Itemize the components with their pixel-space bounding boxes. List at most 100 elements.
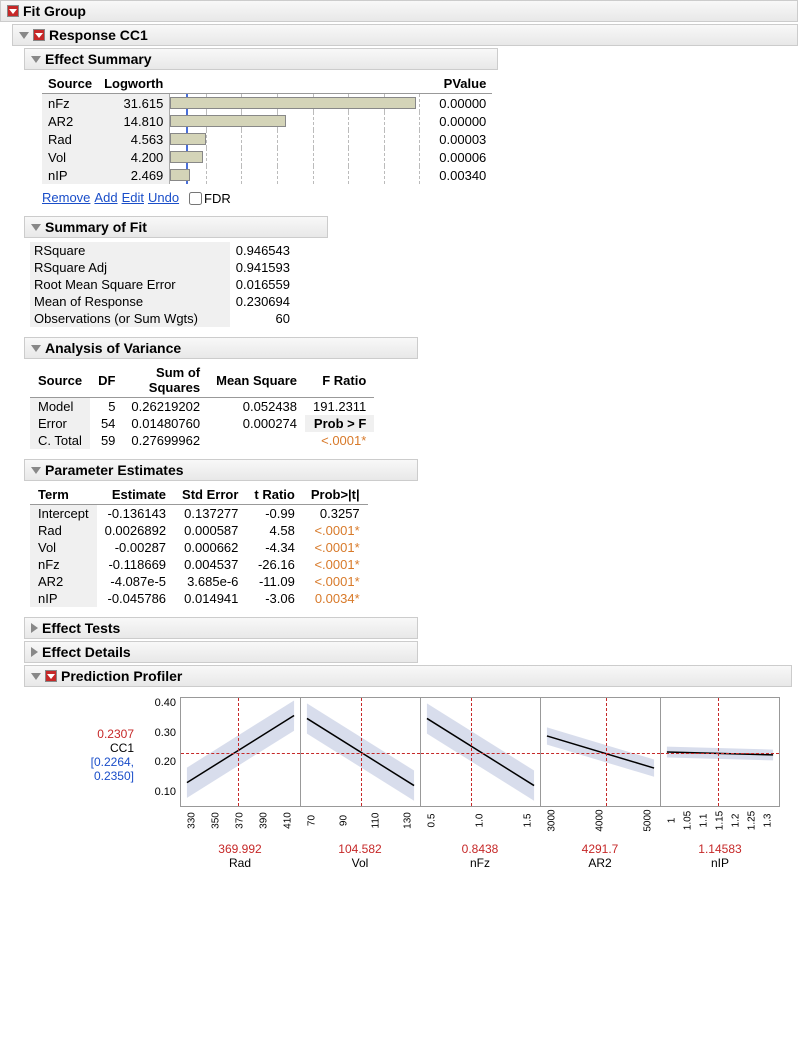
disclosure-closed-icon[interactable] <box>31 623 38 633</box>
prob-cell: <.0001* <box>303 539 368 556</box>
menu-icon[interactable] <box>7 5 19 17</box>
disclosure-open-icon[interactable] <box>31 673 41 680</box>
param-est-title: Parameter Estimates <box>45 462 184 478</box>
add-link[interactable]: Add <box>94 190 117 205</box>
profiler-cell-Vol[interactable]: 7090110130104.582Vol <box>300 697 420 870</box>
profiler-y-axis: 0.100.200.300.40 <box>140 697 180 807</box>
effect-tests-header[interactable]: Effect Tests <box>24 617 418 639</box>
effect-details-header[interactable]: Effect Details <box>24 641 418 663</box>
logworth-cell: 2.469 <box>98 166 169 184</box>
summary-of-fit-table: RSquare0.946543RSquare Adj0.941593Root M… <box>30 242 300 327</box>
estimate-cell: -0.045786 <box>97 590 174 607</box>
estimate-cell: -0.136143 <box>97 505 174 523</box>
logworth-cell: 4.563 <box>98 130 169 148</box>
x-tick: 110 <box>371 813 382 829</box>
profiler-x-axis: 7090110130 <box>300 807 420 842</box>
profiler-plot[interactable] <box>660 697 780 807</box>
logworth-cell: 4.200 <box>98 148 169 166</box>
profiler-x-value[interactable]: 369.992 <box>180 842 300 856</box>
pvalue-cell: 0.00000 <box>419 112 492 130</box>
disclosure-closed-icon[interactable] <box>31 647 38 657</box>
pvalue-cell: 0.00000 <box>419 94 492 113</box>
profiler-x-value[interactable]: 4291.7 <box>540 842 660 856</box>
summary-of-fit-title: Summary of Fit <box>45 219 147 235</box>
table-row: Rad0.00268920.0005874.58<.0001* <box>30 522 368 539</box>
profiler-x-value[interactable]: 1.14583 <box>660 842 780 856</box>
table-row: RSquare Adj0.941593 <box>30 259 300 276</box>
profiler-pred-ci: [0.2264, 0.2350] <box>40 755 134 783</box>
sof-label: Mean of Response <box>30 293 230 310</box>
fdr-checkbox[interactable] <box>189 192 202 205</box>
profiler-cell-Rad[interactable]: 330350370390410369.992Rad <box>180 697 300 870</box>
ms-cell: 0.052438 <box>208 398 305 416</box>
table-row: nFz-0.1186690.004537-26.16<.0001* <box>30 556 368 573</box>
profiler-x-value[interactable]: 104.582 <box>300 842 420 856</box>
profiler-cell-nIP[interactable]: 11.051.11.151.21.251.31.14583nIP <box>660 697 780 870</box>
profiler-x-value[interactable]: 0.8438 <box>420 842 540 856</box>
disclosure-open-icon[interactable] <box>31 224 41 231</box>
x-tick: 70 <box>307 815 318 826</box>
table-row: AR2-4.087e-53.685e-6-11.09<.0001* <box>30 573 368 590</box>
edit-link[interactable]: Edit <box>122 190 144 205</box>
table-row: AR214.810 0.00000 <box>42 112 492 130</box>
tratio-cell: 4.58 <box>246 522 302 539</box>
logworth-bar <box>169 166 419 184</box>
pvalue-cell: 0.00340 <box>419 166 492 184</box>
tratio-cell: -26.16 <box>246 556 302 573</box>
disclosure-open-icon[interactable] <box>31 467 41 474</box>
response-header[interactable]: Response CC1 <box>12 24 798 46</box>
prob-f-label: Prob > F <box>305 415 374 432</box>
x-tick: 1 <box>667 818 678 824</box>
tratio-cell: -0.99 <box>246 505 302 523</box>
x-tick: 4000 <box>595 809 606 831</box>
remove-link[interactable]: Remove <box>42 190 90 205</box>
disclosure-open-icon[interactable] <box>31 345 41 352</box>
estimate-cell: -4.087e-5 <box>97 573 174 590</box>
source-cell: AR2 <box>42 112 98 130</box>
tratio-cell: -4.34 <box>246 539 302 556</box>
effect-summary-header[interactable]: Effect Summary <box>24 48 498 70</box>
y-tick: 0.10 <box>155 786 176 798</box>
disclosure-open-icon[interactable] <box>19 32 29 39</box>
prediction-profiler-header[interactable]: Prediction Profiler <box>24 665 792 687</box>
profiler-x-label: Vol <box>300 856 420 870</box>
param-est-header[interactable]: Parameter Estimates <box>24 459 418 481</box>
effect-summary-links: RemoveAddEditUndoFDR <box>42 190 798 206</box>
pvalue-cell: 0.00006 <box>419 148 492 166</box>
profiler-plot[interactable] <box>180 697 300 807</box>
profiler-plot[interactable] <box>420 697 540 807</box>
profiler-x-label: AR2 <box>540 856 660 870</box>
profiler-plot[interactable] <box>300 697 420 807</box>
effect-summary-table: SourceLogworthPValuenFz31.6150.00000AR21… <box>42 74 492 184</box>
logworth-cell: 14.810 <box>98 112 169 130</box>
estimate-cell: 0.0026892 <box>97 522 174 539</box>
fit-group-header[interactable]: Fit Group <box>0 0 798 22</box>
x-tick: 1.3 <box>763 814 774 828</box>
ms-cell <box>208 432 305 449</box>
x-tick: 1.2 <box>731 814 742 828</box>
disclosure-open-icon[interactable] <box>31 56 41 63</box>
x-tick: 1.0 <box>475 814 486 828</box>
sof-label: RSquare <box>30 242 230 259</box>
ms-cell: 0.000274 <box>208 415 305 432</box>
profiler-plot[interactable] <box>540 697 660 807</box>
profiler-cell-nFz[interactable]: 0.51.01.50.8438nFz <box>420 697 540 870</box>
undo-link[interactable]: Undo <box>148 190 179 205</box>
menu-icon[interactable] <box>33 29 45 41</box>
prob-cell: <.0001* <box>303 522 368 539</box>
x-tick: 330 <box>187 812 198 829</box>
x-tick: 5000 <box>643 809 654 831</box>
prediction-profiler-title: Prediction Profiler <box>61 668 182 684</box>
summary-of-fit-header[interactable]: Summary of Fit <box>24 216 328 238</box>
table-row: Model50.262192020.052438191.2311 <box>30 398 374 416</box>
x-tick: 390 <box>259 812 270 829</box>
menu-icon[interactable] <box>45 670 57 682</box>
x-tick: 130 <box>403 812 414 829</box>
profiler-cell-AR2[interactable]: 3000400050004291.7AR2 <box>540 697 660 870</box>
profiler-y-axis-label: CC1 <box>40 741 134 755</box>
sof-value: 0.941593 <box>230 259 300 276</box>
source-cell: Model <box>30 398 90 416</box>
anova-header[interactable]: Analysis of Variance <box>24 337 418 359</box>
source-cell: Rad <box>42 130 98 148</box>
term-cell: Rad <box>30 522 97 539</box>
